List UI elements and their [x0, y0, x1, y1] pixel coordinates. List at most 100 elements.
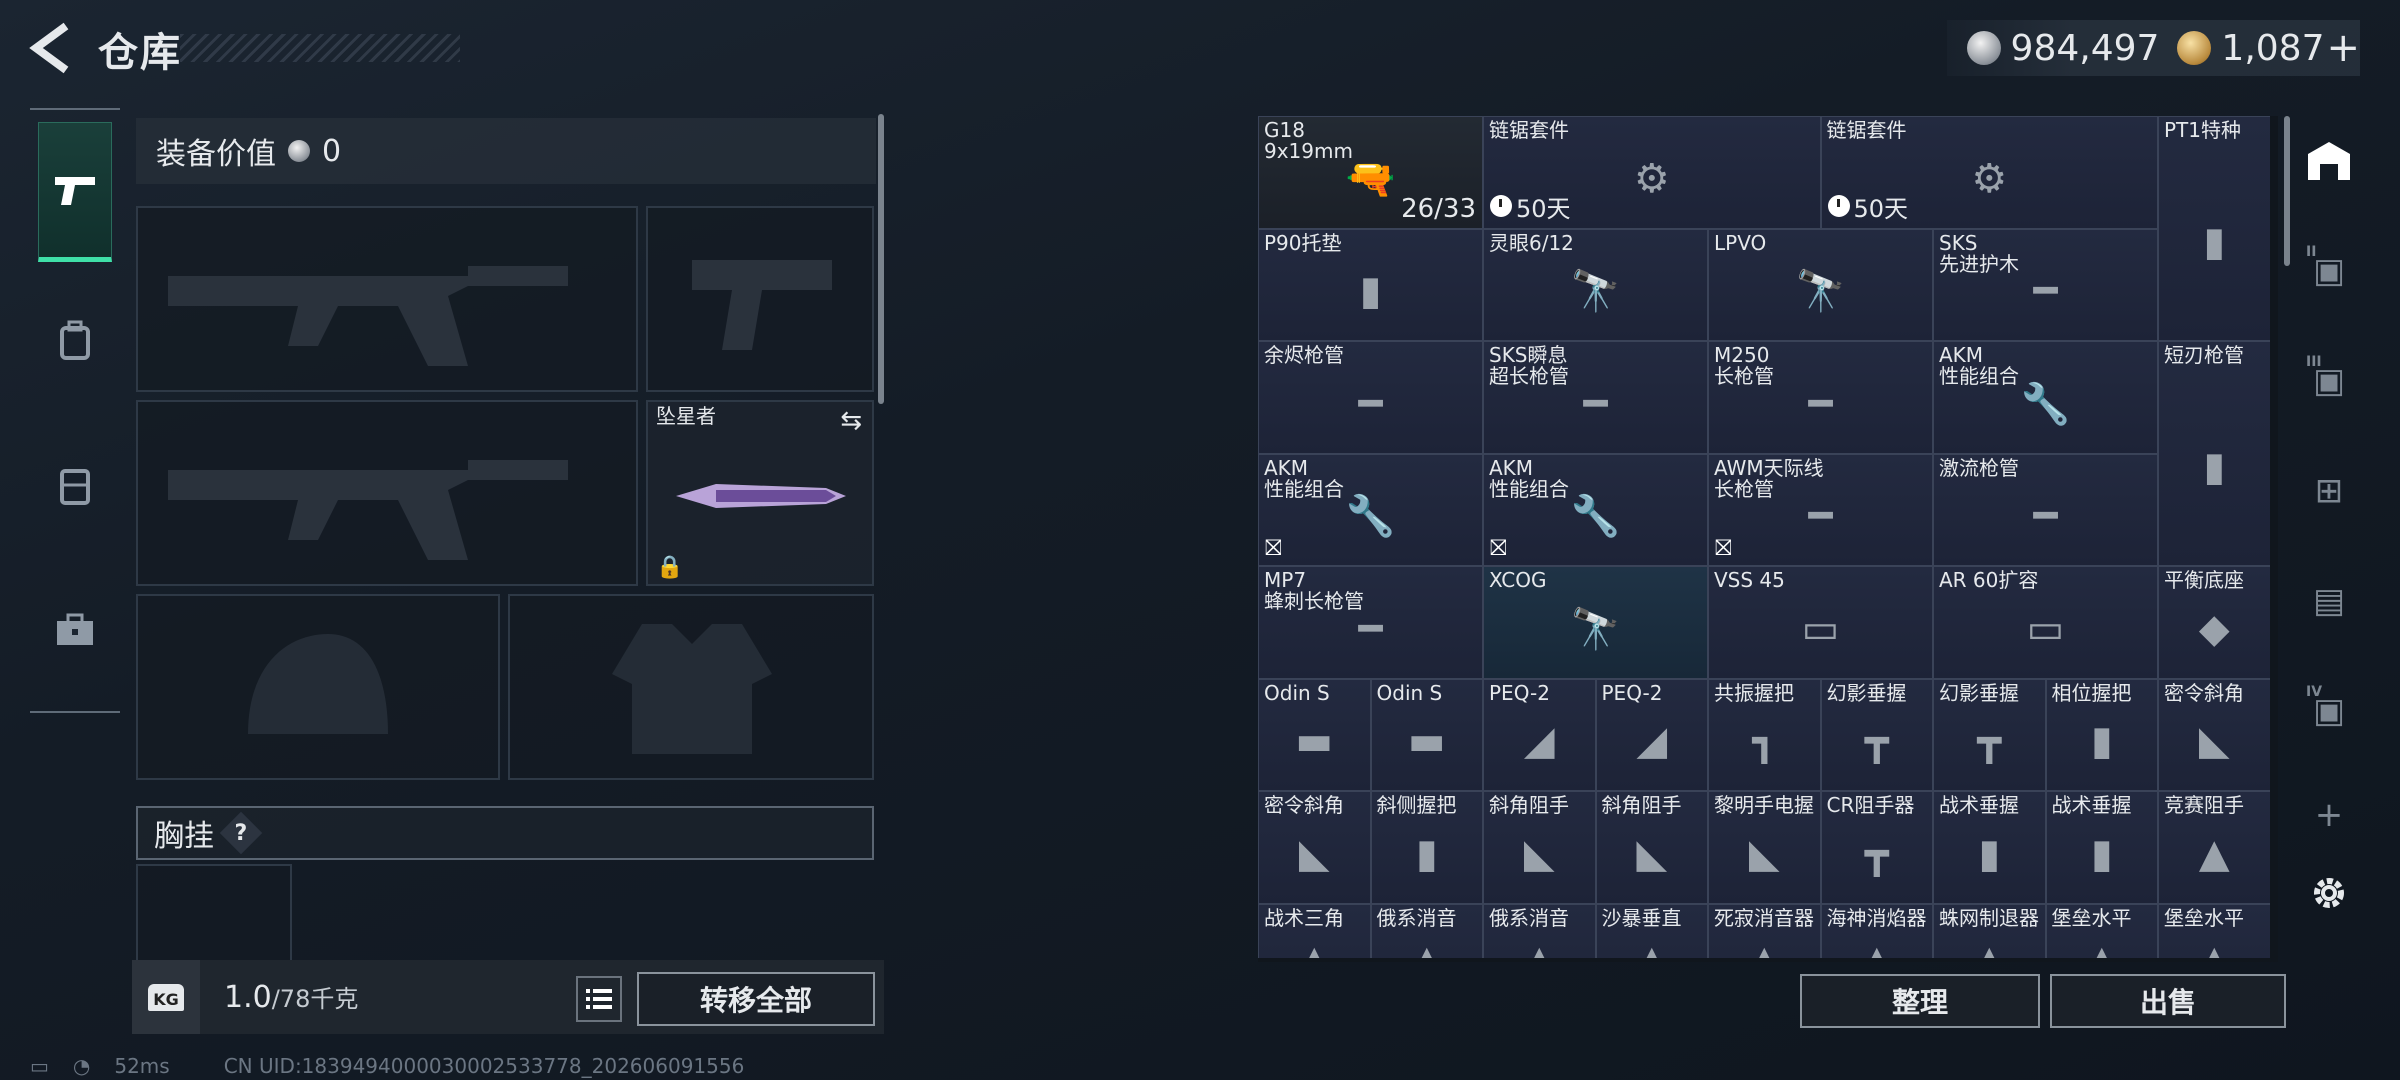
item-name: 战术垂握: [2051, 793, 2132, 817]
inventory-item[interactable]: XCOG 🔭: [1483, 566, 1708, 679]
item-name: 密令斜角: [1264, 793, 1344, 817]
inventory-item[interactable]: 余烬枪管 ━: [1258, 341, 1483, 454]
add-container-button[interactable]: +: [2288, 770, 2370, 860]
inventory-item[interactable]: 幻影垂握 ┳: [1820, 678, 1933, 791]
item-name: LPVO: [1714, 230, 1767, 255]
inventory-item[interactable]: 战术垂握 ▮: [1933, 791, 2046, 904]
inventory-item[interactable]: 黎明手电握 ◣: [1708, 791, 1821, 904]
inventory-item[interactable]: P90托垫 ▮: [1258, 228, 1483, 341]
inventory-item[interactable]: 死寂消音器 ▲: [1708, 903, 1821, 958]
inventory-item[interactable]: 幻影垂握 ┳: [1933, 678, 2046, 791]
inventory-item[interactable]: 共振握把 ┓: [1708, 678, 1821, 791]
inventory-item[interactable]: 平衡底座 ◆: [2158, 566, 2270, 679]
inventory-item[interactable]: 俄系消音 ▲: [1370, 903, 1483, 959]
inventory-item[interactable]: 战术垂握 ▮: [2045, 791, 2158, 904]
inventory-item[interactable]: AR 60扩容 ▭: [1933, 566, 2158, 679]
inventory-item[interactable]: 海神消焰器 ▲: [1820, 903, 1933, 958]
inventory-item[interactable]: 激流枪管 ━: [1933, 453, 2158, 566]
inventory-item[interactable]: 俄系消音 ▲: [1483, 903, 1596, 958]
primary-weapon-slot[interactable]: [136, 206, 638, 392]
inventory-item[interactable]: SKS瞬息 超长枪管 ━: [1483, 341, 1708, 454]
inventory-item[interactable]: 链锯套件 ⚙ 50天: [1483, 116, 1821, 229]
melee-slot[interactable]: 坠星者 ⇆ 🔒: [646, 400, 874, 586]
case-iv-tab[interactable]: IV ▣: [2288, 666, 2370, 756]
inventory-item[interactable]: AKM 性能组合 🔧 ⛝: [1483, 453, 1708, 566]
loadout-scrollbar[interactable]: [878, 114, 884, 404]
swap-icon[interactable]: ⇆: [840, 406, 862, 436]
weapon-tab[interactable]: [38, 122, 112, 262]
helmet-slot[interactable]: [136, 594, 500, 780]
item-icon: ⚙: [1971, 155, 2008, 202]
inventory-item[interactable]: 竞赛阻手 ▲: [2158, 791, 2270, 904]
inventory-item[interactable]: 密令斜角 ◣: [1258, 791, 1371, 904]
item-icon: 🔭: [1570, 606, 1621, 653]
inventory-item[interactable]: 相位握把 ▮: [2045, 678, 2158, 791]
item-name: 斜角阻手: [1601, 793, 1682, 817]
medical-case-tab[interactable]: ⊞: [2288, 446, 2370, 536]
armor-slot[interactable]: [508, 594, 874, 780]
inventory-grid: G18 9x19mm 🔫 26/33 链锯套件 ⚙ 50天 链锯套件 ⚙ 50天 PT1特种 ▮ P9…: [1258, 116, 2270, 958]
sidearm-slot[interactable]: [646, 206, 874, 392]
inventory-item[interactable]: AWM天际线 长枪管 ━ ⛝: [1708, 453, 1933, 566]
inventory-item[interactable]: PT1特种 ▮: [2158, 116, 2270, 341]
inventory-item[interactable]: 密令斜角 ◣: [2158, 678, 2270, 791]
settings-button[interactable]: [2288, 848, 2370, 938]
weight-readout: 1.0/78千克: [224, 979, 358, 1015]
inventory-item[interactable]: 堡垒水平 ▲: [2158, 903, 2270, 958]
stack-case-tab[interactable]: ▤: [2288, 556, 2370, 646]
item-name: Odin S: [1376, 680, 1443, 705]
silver-coin-icon: [1966, 31, 2001, 65]
inventory-item[interactable]: M250 长枪管 ━: [1708, 341, 1933, 454]
inventory-item[interactable]: 堡垒水平 ▲: [2045, 903, 2158, 958]
ammo-count: 26/33: [1401, 193, 1476, 224]
inventory-item[interactable]: Odin S ▬: [1258, 678, 1371, 791]
chest-rig-slot[interactable]: [136, 864, 292, 964]
case-ii-tab[interactable]: II ▣: [2288, 226, 2370, 316]
item-icon: ⚙: [1633, 155, 1670, 202]
item-icon: ▲: [1420, 942, 1433, 959]
inventory-item[interactable]: 蛛网制退器 ▲: [1933, 903, 2046, 958]
inventory-item[interactable]: 链锯套件 ⚙ 50天: [1820, 116, 2158, 229]
inventory-item[interactable]: PEQ-2 ◢: [1483, 678, 1596, 791]
inventory-item[interactable]: 短刃枪管 ▮: [2158, 341, 2270, 566]
weight-bar: KG 1.0/78千克 转移全部: [132, 960, 884, 1034]
back-button[interactable]: [28, 22, 74, 74]
sell-button[interactable]: 出售: [2050, 974, 2286, 1028]
inventory-item[interactable]: MP7 蜂刺长枪管 ━: [1258, 566, 1483, 679]
inventory-item[interactable]: 沙暴垂直 ▲: [1595, 903, 1708, 958]
item-name: PT1特种: [2164, 118, 2242, 142]
tidy-button[interactable]: 整理: [1800, 974, 2040, 1028]
inventory-item[interactable]: AKM 性能组合 🔧: [1933, 341, 2158, 454]
inventory-item[interactable]: 战术三角 ▲: [1258, 903, 1371, 958]
inventory-item[interactable]: 斜侧握把 ▮: [1370, 791, 1483, 904]
gear-icon: [2314, 878, 2344, 908]
inventory-item[interactable]: SKS 先进护木 ━: [1933, 228, 2158, 341]
secondary-weapon-slot[interactable]: [136, 400, 638, 586]
inventory-item[interactable]: Odin S ▬: [1370, 678, 1483, 791]
gold-coin-icon: [2177, 31, 2212, 65]
inventory-item[interactable]: 灵眼6/12 🔭: [1483, 228, 1708, 341]
inventory-item[interactable]: LPVO 🔭: [1708, 228, 1933, 341]
inventory-item[interactable]: 斜角阻手 ◣: [1483, 791, 1596, 904]
list-view-button[interactable]: [576, 976, 622, 1022]
gold-currency[interactable]: 1,087 +: [2177, 25, 2360, 71]
item-name: AKM 性能组合: [1489, 455, 1569, 501]
help-button[interactable]: ?: [219, 811, 263, 855]
case-iii-tab[interactable]: III ▣: [2288, 336, 2370, 426]
add-currency-button[interactable]: +: [2326, 25, 2360, 71]
silver-currency[interactable]: 984,497: [1966, 28, 2159, 69]
toolbox-tab[interactable]: [38, 560, 112, 700]
rifle-silhouette-icon: [168, 460, 568, 560]
inventory-item[interactable]: G18 9x19mm 🔫 26/33: [1258, 116, 1483, 229]
inventory-item[interactable]: AKM 性能组合 🔧 ⛝: [1258, 453, 1483, 566]
inventory-item[interactable]: VSS 45 ▭: [1708, 566, 1933, 679]
item-icon: ▮: [2090, 830, 2113, 877]
inventory-item[interactable]: CR阻手器 ┳: [1820, 791, 1933, 904]
vest-tab[interactable]: [38, 415, 112, 555]
transfer-all-button[interactable]: 转移全部: [637, 972, 875, 1026]
inventory-item[interactable]: PEQ-2 ◢: [1595, 678, 1708, 791]
item-name: 蛛网制退器: [1939, 905, 2039, 930]
inventory-item[interactable]: 斜角阻手 ◣: [1595, 791, 1708, 904]
backpack-tab[interactable]: [38, 270, 112, 410]
safebox-tab[interactable]: [2288, 116, 2370, 206]
